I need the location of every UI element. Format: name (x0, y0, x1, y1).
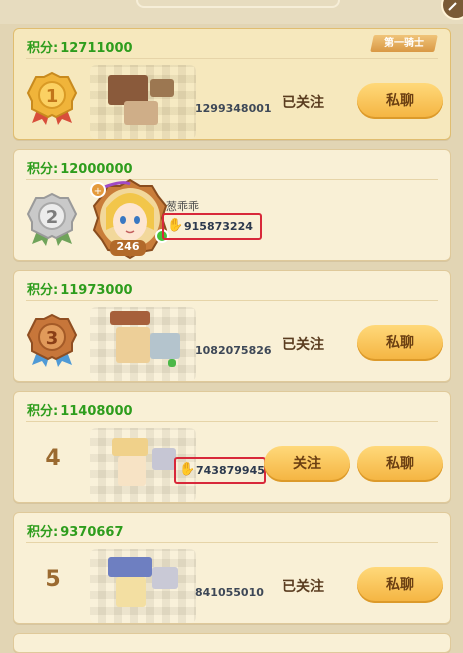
user-id: 1299348001 (195, 102, 272, 115)
follow-button[interactable]: 关注 (264, 446, 350, 482)
private-chat-button[interactable]: 私聊 (357, 446, 443, 482)
user-id: 915873224 (184, 220, 253, 233)
svg-text:+: + (94, 186, 102, 197)
rank-card-2[interactable]: 积分: 12000000 2 + 246 葱乖乖 ✋ 915873224 (13, 149, 451, 261)
top-bar (0, 0, 463, 24)
score-label: 积分: 12711000 (27, 41, 133, 56)
title-badge: 第一骑士 (370, 35, 438, 52)
score-label: 积分: 11408000 (27, 404, 133, 419)
rank-number: 4 (45, 446, 61, 471)
user-id: 1082075826 (195, 344, 272, 357)
private-chat-button[interactable]: 私聊 (357, 325, 443, 361)
hand-icon: ✋ (167, 218, 184, 233)
divider (26, 300, 438, 301)
private-chat-button[interactable]: 私聊 (357, 567, 443, 603)
user-id-highlight: ✋ 743879945 (174, 457, 266, 484)
avatar[interactable] (90, 549, 196, 623)
followed-status[interactable]: 已关注 (282, 92, 324, 112)
user-id-highlight: ✋ 915873224 (162, 213, 262, 240)
bronze-medal-icon: 3 (26, 313, 78, 367)
score-label: 积分: 9370667 (27, 525, 124, 540)
silver-medal-icon: 2 (26, 192, 78, 246)
rank-card-1[interactable]: 积分: 12711000 第一骑士 1 1299348001 已关注 私聊 (13, 28, 451, 140)
rank-card-4[interactable]: 积分: 11408000 4 ✋ 743879945 关注 私聊 (13, 391, 451, 503)
private-chat-button[interactable]: 私聊 (357, 83, 443, 119)
avatar[interactable] (90, 307, 196, 381)
rank-card-5[interactable]: 积分: 9370667 5 841055010 已关注 私聊 (13, 512, 451, 624)
edit-icon (448, 2, 457, 11)
rank-card-6-partial[interactable] (13, 633, 451, 653)
gold-medal-icon: 1 (26, 71, 78, 125)
score-label: 积分: 11973000 (27, 283, 133, 298)
rank-number: 5 (45, 567, 61, 592)
score-label: 积分: 12000000 (27, 162, 133, 177)
divider (26, 542, 438, 543)
user-id: 743879945 (196, 464, 265, 477)
svg-text:2: 2 (46, 207, 59, 228)
user-id: 841055010 (195, 586, 264, 599)
avatar[interactable] (90, 65, 196, 139)
user-name: 葱乖乖 (166, 200, 199, 213)
level-badge: 246 (116, 240, 140, 253)
followed-status[interactable]: 已关注 (282, 334, 324, 354)
followed-status[interactable]: 已关注 (282, 576, 324, 596)
divider (26, 421, 438, 422)
divider (26, 58, 438, 59)
svg-text:1: 1 (46, 86, 59, 107)
hand-icon: ✋ (179, 462, 196, 477)
rank-card-3[interactable]: 积分: 11973000 3 1082075826 已关注 私聊 (13, 270, 451, 382)
svg-text:3: 3 (46, 328, 59, 349)
top-tab-pill[interactable] (136, 0, 340, 8)
edit-button[interactable] (441, 0, 463, 20)
